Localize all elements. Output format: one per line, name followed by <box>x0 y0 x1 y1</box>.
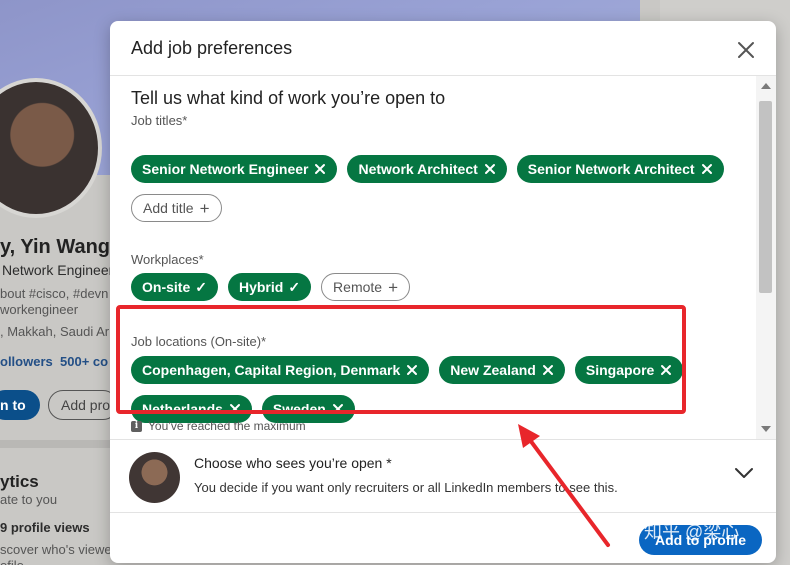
location-pill[interactable]: Singapore <box>574 356 684 384</box>
close-icon <box>738 42 754 58</box>
add-profile-label: Add pro <box>61 397 111 413</box>
modal-title: Add job preferences <box>131 38 293 58</box>
profile-tail: ofile <box>0 558 24 565</box>
section-divider <box>0 440 110 448</box>
profile-location: , Makkah, Saudi Ar <box>0 324 110 339</box>
workplace-label: Hybrid <box>238 279 284 295</box>
location-pill[interactable]: New Zealand <box>439 356 565 384</box>
avatar <box>129 452 180 503</box>
remove-icon <box>661 365 672 375</box>
modal-scrollbar[interactable] <box>756 76 776 439</box>
analytics-subtitle: ate to you <box>0 492 58 507</box>
visibility-title: Choose who sees you’re open * <box>194 455 392 471</box>
profile-views-desc: scover who's viewe <box>0 542 112 557</box>
remove-icon <box>484 164 495 174</box>
job-title-pill[interactable]: Senior Network Architect <box>516 155 724 183</box>
workplaces-label: Workplaces* <box>131 252 204 267</box>
watermark: 知乎 @梁心 <box>644 522 740 542</box>
job-locations-label: Job locations (On-site)* <box>131 334 267 349</box>
analytics-title: ytics <box>0 472 39 491</box>
job-title-label: Network Architect <box>358 161 478 177</box>
visibility-selector[interactable]: Choose who sees you’re open * You decide… <box>110 439 776 513</box>
add-title-label: Add title <box>143 200 194 216</box>
open-to-label: n to <box>0 397 26 413</box>
add-title-row: Add title + <box>131 194 222 222</box>
check-icon: ✓ <box>288 278 301 295</box>
chevron-down-icon[interactable] <box>734 466 754 480</box>
scroll-down-icon[interactable] <box>761 426 771 432</box>
job-title-label: Senior Network Engineer <box>142 161 309 177</box>
workplace-pill-hybrid[interactable]: Hybrid ✓ <box>227 273 312 301</box>
profile-followers: ollowers <box>0 354 53 369</box>
modal-body: Tell us what kind of work you’re open to… <box>110 76 755 438</box>
remove-icon <box>332 404 343 414</box>
remove-icon <box>407 365 418 375</box>
profile-headline: Network Engineer <box>2 262 114 278</box>
profile-connections: 500+ co <box>60 354 109 369</box>
check-icon: ✓ <box>195 278 207 295</box>
profile-name: y, Yin Wang <box>0 236 111 258</box>
remove-icon <box>542 365 553 375</box>
visibility-subtitle: You decide if you want only recruiters o… <box>194 480 618 495</box>
job-title-pill[interactable]: Senior Network Engineer <box>131 155 338 183</box>
plus-icon: + <box>199 198 210 218</box>
location-pill[interactable]: Copenhagen, Capital Region, Denmark <box>131 356 430 384</box>
max-reached-note: i You’ve reached the maximum <box>131 419 306 433</box>
scroll-up-icon[interactable] <box>761 83 771 89</box>
workplace-label: Remote <box>333 279 383 295</box>
workplaces-list: On-site ✓ Hybrid ✓ Remote + <box>131 273 411 301</box>
workplace-pill-onsite[interactable]: On-site ✓ <box>131 273 218 301</box>
plus-icon: + <box>388 277 399 297</box>
location-label: Copenhagen, Capital Region, Denmark <box>142 362 401 378</box>
section-heading: Tell us what kind of work you’re open to <box>131 88 446 108</box>
remove-icon <box>229 404 240 414</box>
job-titles-list: Senior Network Engineer Network Architec… <box>131 155 724 183</box>
profile-about-tag: workengineer <box>0 302 79 317</box>
profile-about: bout #cisco, #devn <box>0 286 109 301</box>
max-reached-text: You’ve reached the maximum <box>148 419 306 433</box>
scroll-thumb[interactable] <box>759 101 772 293</box>
job-titles-label: Job titles* <box>131 113 188 128</box>
remove-icon <box>315 164 326 174</box>
workplace-pill-remote[interactable]: Remote + <box>321 273 411 301</box>
job-locations-list: Copenhagen, Capital Region, Denmark New … <box>131 356 684 384</box>
close-button[interactable] <box>734 38 758 62</box>
job-title-label: Senior Network Architect <box>527 161 695 177</box>
job-title-pill[interactable]: Network Architect <box>347 155 507 183</box>
info-icon: i <box>131 420 142 432</box>
remove-icon <box>701 164 712 174</box>
modal-header: Add job preferences <box>110 21 776 76</box>
workplace-label: On-site <box>142 279 191 295</box>
location-label: New Zealand <box>450 362 536 378</box>
job-preferences-modal: Add job preferences Tell us what kind of… <box>110 21 776 563</box>
location-label: Singapore <box>585 362 655 378</box>
add-title-button[interactable]: Add title + <box>131 194 222 222</box>
location-label: Netherlands <box>142 401 223 417</box>
location-label: Sweden <box>272 401 326 417</box>
profile-views: 9 profile views <box>0 520 90 535</box>
